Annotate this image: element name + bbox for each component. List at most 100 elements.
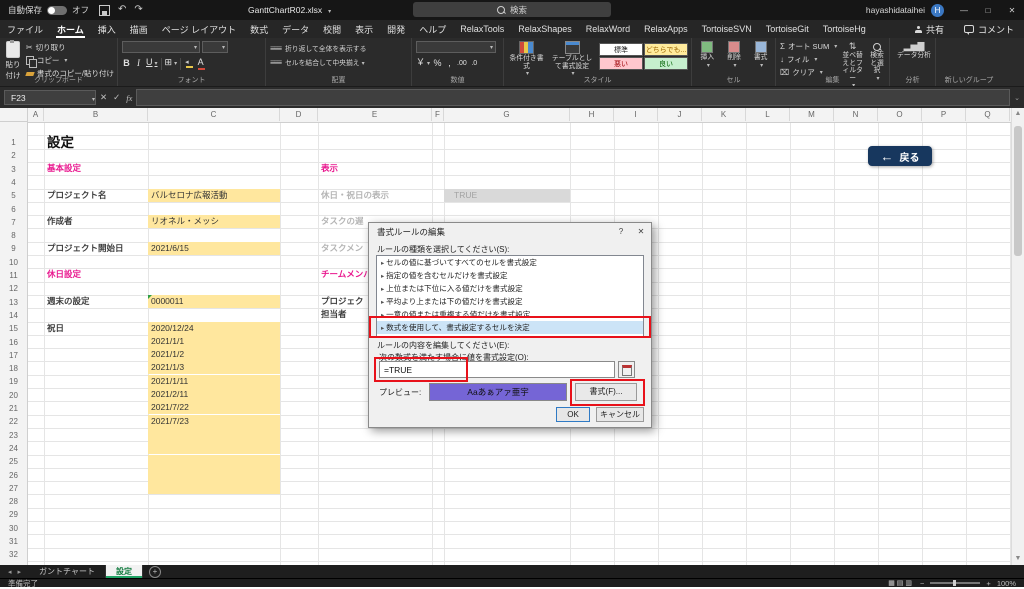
increase-decimal-button[interactable]: .00 <box>457 58 467 69</box>
row-header-9[interactable]: 9 <box>0 242 27 255</box>
ribbon-tab-RelaxApps[interactable]: RelaxApps <box>637 20 695 38</box>
row-header-29[interactable]: 29 <box>0 508 27 521</box>
save-icon[interactable] <box>99 5 110 16</box>
cell-C22[interactable]: 2021/7/22 <box>148 401 280 414</box>
row-header-28[interactable]: 28 <box>0 495 27 508</box>
ribbon-tab-TortoiseHg[interactable]: TortoiseHg <box>816 20 873 38</box>
decrease-decimal-button[interactable]: .0 <box>470 58 479 69</box>
cell-style-どちらでも...[interactable]: どちらでも... <box>644 43 688 56</box>
ribbon-tab-TortoiseSVN[interactable]: TortoiseSVN <box>695 20 759 38</box>
search-box[interactable]: 検索 <box>413 2 611 17</box>
row-header-5[interactable]: 5 <box>0 189 27 202</box>
ribbon-tab-数式[interactable]: 数式 <box>243 20 275 38</box>
ribbon-tab-ホーム[interactable]: ホーム <box>50 20 91 38</box>
sheet-nav-right-icon[interactable]: ▸ <box>18 568 22 576</box>
copy-button[interactable]: コピー <box>26 55 114 66</box>
font-name-combo[interactable] <box>122 41 200 53</box>
share-button[interactable]: 共有 <box>905 20 954 38</box>
cell-C8[interactable]: リオネル・メッシ <box>148 215 280 228</box>
number-format-combo[interactable] <box>416 41 496 53</box>
formula-input[interactable] <box>136 89 1010 106</box>
cell-C28[interactable] <box>148 481 280 494</box>
comments-button[interactable]: コメント <box>954 20 1024 38</box>
ribbon-tab-挿入[interactable]: 挿入 <box>91 20 123 38</box>
sheet-tab-ガントチャート[interactable]: ガントチャート <box>29 565 106 578</box>
cell-G6[interactable]: TRUE <box>444 189 570 202</box>
currency-button[interactable]: ￥ <box>416 57 430 70</box>
format-cells-button[interactable]: 書式 <box>749 41 772 70</box>
rule-type-option-4[interactable]: 一意の値または重複する値だけを書式設定 <box>377 308 643 321</box>
rule-type-option-2[interactable]: 上位または下位に入る値だけを書式設定 <box>377 282 643 295</box>
row-header-25[interactable]: 25 <box>0 455 27 468</box>
row-header-1[interactable]: 1 <box>0 136 27 149</box>
row-header-33[interactable]: 33 <box>0 562 27 565</box>
insert-cells-button[interactable]: 挿入 <box>696 41 719 70</box>
row-header-12[interactable]: 12 <box>0 282 27 295</box>
undo-icon[interactable]: ↶ <box>118 5 126 15</box>
row-header-6[interactable]: 6 <box>0 203 27 216</box>
cell-C20[interactable]: 2021/1/11 <box>148 375 280 388</box>
font-size-combo[interactable] <box>202 41 228 53</box>
row-header-8[interactable]: 8 <box>0 229 27 242</box>
cell-C21[interactable]: 2021/2/11 <box>148 388 280 401</box>
row-header-2[interactable]: 2 <box>0 149 27 162</box>
row-header-32[interactable]: 32 <box>0 548 27 561</box>
comma-button[interactable]: , <box>445 58 454 69</box>
cell-C26[interactable] <box>148 455 280 468</box>
cell-C6[interactable]: バルセロナ広報活動 <box>148 189 280 202</box>
cell-C10[interactable]: 2021/6/15 <box>148 242 280 255</box>
col-header-E[interactable]: E <box>318 108 432 121</box>
ribbon-tab-ページ レイアウト[interactable]: ページ レイアウト <box>155 20 243 38</box>
rule-type-option-0[interactable]: セルの値に基づいてすべてのセルを書式設定 <box>377 256 643 269</box>
username[interactable]: hayashidataihei <box>866 5 925 15</box>
cell-B14[interactable]: 週末の設定 <box>44 295 148 308</box>
row-header-21[interactable]: 21 <box>0 402 27 415</box>
format-as-table-button[interactable]: テーブルとして書式設定 <box>549 41 595 79</box>
row-header-14[interactable]: 14 <box>0 309 27 322</box>
cell-B2[interactable]: 設定 <box>44 135 74 148</box>
row-header-24[interactable]: 24 <box>0 442 27 455</box>
col-header-N[interactable]: N <box>834 108 878 121</box>
italic-button[interactable]: I <box>134 58 143 69</box>
fill-button[interactable]: ↓ フィル <box>780 54 837 65</box>
conditional-formatting-button[interactable]: 条件付き書式 <box>508 41 545 79</box>
insert-function-icon[interactable] <box>126 93 132 103</box>
bold-button[interactable]: B <box>122 58 131 69</box>
fill-color-button[interactable] <box>184 59 193 68</box>
vertical-scrollbar[interactable]: ▲ ▼ <box>1011 108 1024 565</box>
cell-C16[interactable]: 2020/12/24 <box>148 322 280 335</box>
cell-C23[interactable]: 2021/7/23 <box>148 415 280 428</box>
col-header-M[interactable]: M <box>790 108 834 121</box>
cancel-button[interactable]: キャンセル <box>596 407 644 422</box>
row-header-7[interactable]: 7 <box>0 216 27 229</box>
col-header-L[interactable]: L <box>746 108 790 121</box>
font-color-button[interactable]: A <box>196 57 205 70</box>
cell-C14[interactable]: 0000011 <box>148 295 280 308</box>
cell-B6[interactable]: プロジェクト名 <box>44 189 148 202</box>
ribbon-tab-RelaxTools[interactable]: RelaxTools <box>453 20 511 38</box>
dialog-help-icon[interactable]: ? <box>611 223 631 240</box>
cell-B12[interactable]: 休日設定 <box>44 268 148 281</box>
ribbon-tab-表示[interactable]: 表示 <box>348 20 380 38</box>
autosum-button[interactable]: Σ オート SUM <box>780 41 837 52</box>
zoom-level[interactable]: 100% <box>997 579 1016 588</box>
autosave-toggle[interactable] <box>47 6 67 15</box>
cut-button[interactable]: ✂ 切り取り <box>26 42 114 53</box>
ribbon-tab-ファイル[interactable]: ファイル <box>0 20 50 38</box>
row-header-4[interactable]: 4 <box>0 176 27 189</box>
select-all-corner[interactable] <box>0 108 28 122</box>
ribbon-tab-校閲[interactable]: 校閲 <box>316 20 348 38</box>
cell-B8[interactable]: 作成者 <box>44 215 148 228</box>
new-sheet-button[interactable]: + <box>149 566 161 578</box>
ok-button[interactable]: OK <box>556 407 590 422</box>
avatar[interactable]: H <box>931 4 944 17</box>
ribbon-tab-ヘルプ[interactable]: ヘルプ <box>412 20 453 38</box>
cell-style-悪い[interactable]: 悪い <box>599 57 643 70</box>
cell-C18[interactable]: 2021/1/2 <box>148 348 280 361</box>
rule-type-option-5[interactable]: 数式を使用して、書式設定するセルを決定 <box>377 321 643 334</box>
cell-B16[interactable]: 祝日 <box>44 322 148 335</box>
row-header-30[interactable]: 30 <box>0 522 27 535</box>
rule-type-listbox[interactable]: セルの値に基づいてすべてのセルを書式設定指定の値を含むセルだけを書式設定上位また… <box>376 255 644 337</box>
rule-type-option-1[interactable]: 指定の値を含むセルだけを書式設定 <box>377 269 643 282</box>
collapse-dialog-button[interactable] <box>618 361 635 378</box>
